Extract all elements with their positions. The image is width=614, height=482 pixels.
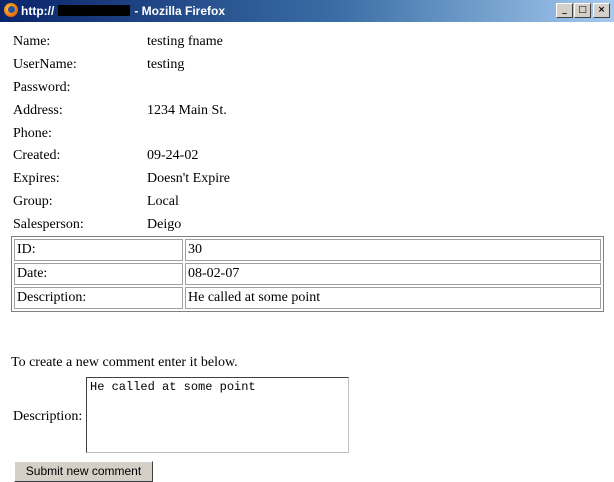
- detail-row-group: Group: Local: [13, 191, 230, 214]
- new-comment-instructions: To create a new comment enter it below.: [11, 355, 238, 370]
- detail-row-password: Password:: [13, 77, 230, 100]
- table-cell-value: 30: [185, 239, 601, 261]
- window-title: http:// - Mozilla Firefox: [21, 4, 225, 18]
- description-label: Description:: [13, 409, 83, 424]
- window-controls: _ □ ×: [555, 3, 610, 18]
- detail-value: Deigo: [147, 217, 182, 233]
- submit-comment-button[interactable]: Submit new comment: [14, 461, 153, 482]
- table-cell-label: Date:: [14, 263, 183, 285]
- detail-label: Expires:: [13, 171, 60, 187]
- detail-label: Salesperson:: [13, 217, 84, 233]
- detail-label: Phone:: [13, 125, 52, 141]
- firefox-icon: [4, 3, 18, 17]
- close-button[interactable]: ×: [593, 3, 610, 18]
- detail-label: UserName:: [13, 56, 77, 72]
- title-app-name: - Mozilla Firefox: [134, 4, 226, 18]
- detail-value: Doesn't Expire: [147, 171, 231, 187]
- table-row: ID: 30: [14, 239, 601, 261]
- detail-label: Name:: [13, 34, 51, 49]
- detail-label: Password:: [13, 79, 71, 95]
- detail-value: testing fname: [147, 34, 223, 49]
- redacted-url: [58, 5, 131, 16]
- detail-label: Group:: [13, 194, 53, 210]
- window-titlebar[interactable]: http:// - Mozilla Firefox _ □ ×: [0, 0, 614, 22]
- detail-row-username: UserName: testing: [13, 54, 230, 77]
- detail-row-created: Created: 09-24-02: [13, 145, 230, 168]
- table-cell-value: He called at some point: [185, 287, 601, 309]
- detail-label: Address:: [13, 102, 63, 118]
- title-url-prefix: http://: [21, 4, 55, 18]
- minimize-button[interactable]: _: [556, 3, 573, 18]
- detail-row-address: Address: 1234 Main St.: [13, 100, 230, 123]
- comment-table: ID: 30 Date: 08-02-07 Description: He ca…: [11, 236, 604, 312]
- table-row: Date: 08-02-07: [14, 263, 601, 285]
- detail-value: Local: [147, 194, 179, 210]
- table-row: Description: He called at some point: [14, 287, 601, 309]
- table-cell-value: 08-02-07: [185, 263, 601, 285]
- account-details: Name: testing fname UserName: testing Pass…: [13, 31, 230, 237]
- table-cell-label: Description:: [14, 287, 183, 309]
- detail-row-phone: Phone:: [13, 123, 230, 146]
- maximize-button[interactable]: □: [574, 3, 591, 18]
- detail-row-name: Name: testing fname: [13, 31, 230, 54]
- description-textarea[interactable]: He called at some point: [86, 377, 349, 453]
- detail-label: Created:: [13, 148, 61, 164]
- detail-row-salesperson: Salesperson: Deigo: [13, 214, 230, 237]
- table-cell-label: ID:: [14, 239, 183, 261]
- detail-value: 1234 Main St.: [147, 102, 227, 118]
- detail-value: testing: [147, 56, 185, 72]
- detail-value: 09-24-02: [147, 148, 199, 164]
- detail-row-expires: Expires: Doesn't Expire: [13, 168, 230, 191]
